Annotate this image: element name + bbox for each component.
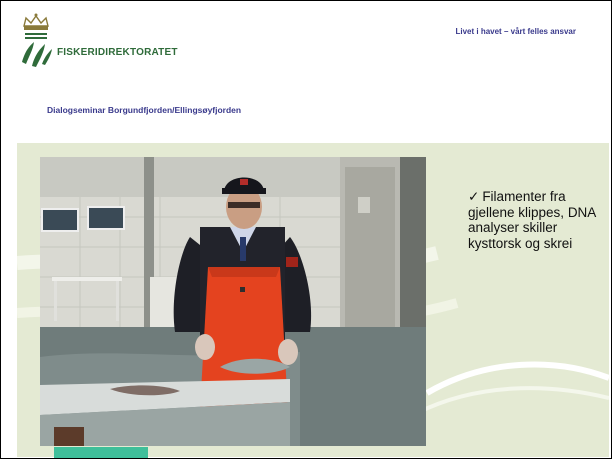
bullet-point: ✓ Filamenter fra gjellene klippes, DNA an…	[468, 189, 600, 251]
photo-fish-processing	[40, 157, 426, 446]
header-motto: Livet i havet – vårt felles ansvar	[455, 27, 576, 36]
slide-subtitle: Dialogseminar Borgundfjorden/Ellingsøyfj…	[47, 105, 242, 115]
crown-fish-emblem-icon	[22, 13, 52, 67]
logo-text: FISKERIDIREKTORATET	[57, 47, 178, 58]
check-icon: ✓	[468, 189, 480, 204]
fiskeridirektoratet-logo: FISKERIDIREKTORATET	[16, 12, 178, 70]
bullet-text: Filamenter fra gjellene klippes, DNA ana…	[468, 189, 596, 251]
photo-illustration	[40, 157, 426, 446]
accent-bar	[54, 447, 148, 458]
